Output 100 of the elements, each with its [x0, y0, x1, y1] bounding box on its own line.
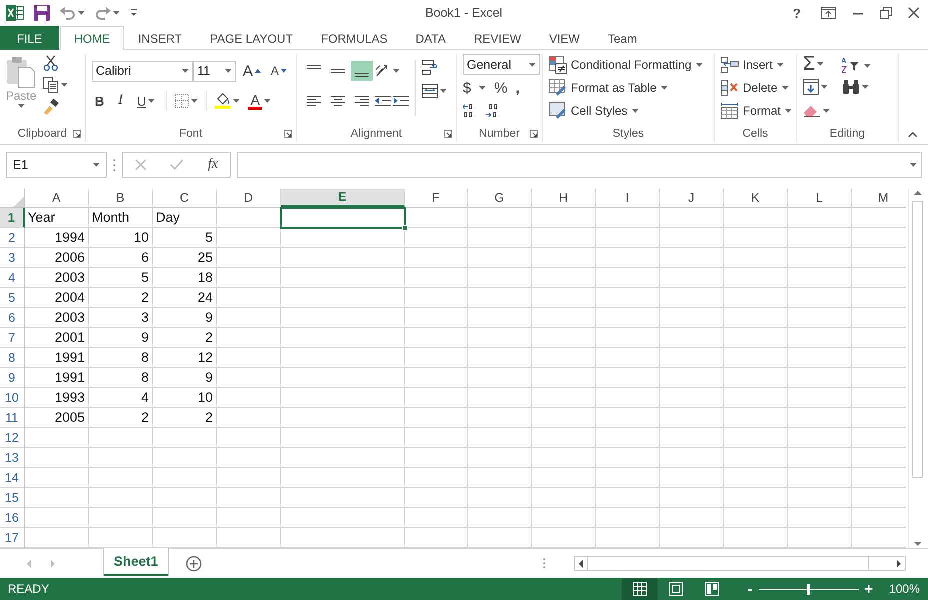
shrink-font-button[interactable]: A — [268, 64, 290, 78]
copy-button[interactable] — [42, 77, 68, 93]
number-format-dropdown[interactable]: General — [463, 54, 540, 75]
add-sheet-icon[interactable] — [186, 556, 202, 572]
row-header[interactable]: 8 — [0, 348, 25, 368]
close-icon[interactable] — [908, 7, 920, 19]
orientation-button[interactable] — [375, 64, 400, 78]
column-header[interactable]: K — [724, 189, 788, 207]
sheet-tab[interactable]: Sheet1 — [104, 548, 168, 576]
decrease-indent-icon[interactable] — [375, 95, 391, 107]
row-header[interactable]: 15 — [0, 488, 25, 508]
row-header[interactable]: 6 — [0, 308, 25, 328]
insert-function-button[interactable]: fx — [208, 157, 218, 173]
ribbon-tab[interactable]: PAGE LAYOUT — [196, 26, 308, 50]
column-header[interactable]: F — [405, 189, 468, 207]
cells-menu-button[interactable]: Format — [721, 100, 790, 122]
customize-toolbar-icon[interactable] — [130, 9, 138, 17]
dialog-launcher-icon[interactable] — [73, 130, 81, 138]
ribbon-display-icon[interactable] — [821, 7, 836, 19]
column-header[interactable]: G — [468, 189, 532, 207]
row-header[interactable]: 9 — [0, 368, 25, 388]
decrease-decimal-icon[interactable] — [485, 104, 499, 118]
wrap-text-icon[interactable] — [422, 60, 438, 76]
row-header[interactable]: 13 — [0, 448, 25, 468]
increase-indent-icon[interactable] — [393, 95, 409, 107]
column-header[interactable]: H — [532, 189, 596, 207]
currency-button[interactable]: $ — [463, 80, 486, 96]
save-icon[interactable] — [34, 5, 50, 21]
ribbon-tab[interactable]: DATA — [402, 26, 460, 50]
restore-icon[interactable] — [880, 7, 892, 19]
format-painter-icon[interactable] — [42, 99, 59, 115]
font-color-button[interactable]: A — [248, 92, 272, 110]
borders-button[interactable] — [175, 94, 198, 108]
vertical-scrollbar[interactable] — [908, 189, 926, 548]
bottom-align-button[interactable] — [351, 61, 373, 81]
autosum-button[interactable]: Σ — [803, 54, 830, 74]
selected-cell[interactable] — [281, 208, 405, 228]
column-header[interactable]: E — [281, 189, 405, 207]
ribbon-tab[interactable]: FORMULAS — [307, 26, 402, 50]
underline-button[interactable]: U — [134, 94, 158, 108]
row-header[interactable]: 11 — [0, 408, 25, 428]
zoom-in-button[interactable]: + — [860, 580, 878, 598]
ribbon-tab[interactable]: INSERT — [124, 26, 196, 50]
column-header[interactable]: B — [89, 189, 153, 207]
row-header[interactable]: 3 — [0, 248, 25, 268]
row-header[interactable]: 12 — [0, 428, 25, 448]
dialog-launcher-icon[interactable] — [284, 130, 292, 138]
undo-button[interactable] — [60, 6, 85, 20]
comma-button[interactable]: , — [516, 80, 520, 96]
styles-menu-button[interactable]: Format as Table — [549, 77, 708, 99]
styles-menu-button[interactable]: Cell Styles — [549, 100, 708, 122]
row-header[interactable]: 1 — [0, 208, 25, 228]
help-button[interactable]: ? — [789, 6, 805, 20]
bold-button[interactable]: B — [92, 94, 108, 108]
font-size-dropdown[interactable]: 11 — [193, 60, 236, 82]
horizontal-scrollbar[interactable] — [574, 556, 906, 571]
collapse-ribbon-icon[interactable] — [908, 132, 918, 138]
slider-thumb[interactable] — [807, 584, 810, 594]
find-select-button[interactable] — [842, 80, 871, 94]
fill-color-button[interactable] — [215, 93, 240, 109]
sort-filter-button[interactable] — [842, 58, 871, 74]
splitter-icon[interactable] — [543, 558, 546, 569]
row-header[interactable]: 16 — [0, 508, 25, 528]
dialog-launcher-icon[interactable] — [444, 130, 452, 138]
grow-font-button[interactable]: A — [240, 62, 264, 80]
merge-button[interactable] — [422, 84, 447, 98]
fill-button[interactable] — [803, 76, 830, 98]
file-tab[interactable]: FILE — [0, 26, 60, 50]
formula-input[interactable] — [237, 152, 922, 178]
column-header[interactable]: C — [153, 189, 217, 207]
ribbon-tab[interactable]: HOME — [60, 26, 124, 50]
column-header[interactable]: J — [660, 189, 724, 207]
percent-button[interactable]: % — [494, 80, 508, 96]
dialog-launcher-icon[interactable] — [530, 130, 538, 138]
row-header[interactable]: 2 — [0, 228, 25, 248]
row-header[interactable]: 14 — [0, 468, 25, 488]
check-icon[interactable] — [170, 159, 184, 171]
name-box[interactable]: E1 — [6, 152, 107, 178]
scroll-thumb[interactable] — [912, 201, 923, 478]
column-header[interactable]: I — [596, 189, 660, 207]
ribbon-tab[interactable]: REVIEW — [460, 26, 536, 50]
scissors-icon[interactable] — [42, 55, 59, 71]
cells-menu-button[interactable]: Insert — [721, 54, 790, 76]
row-header[interactable]: 5 — [0, 288, 25, 308]
zoom-out-button[interactable]: - — [744, 580, 757, 598]
cells-menu-button[interactable]: Delete — [721, 77, 790, 99]
italic-button[interactable]: I — [115, 93, 126, 109]
redo-button[interactable] — [95, 6, 120, 20]
row-header[interactable]: 10 — [0, 388, 25, 408]
normal-view-button[interactable] — [622, 578, 658, 600]
styles-menu-button[interactable]: Conditional Formatting — [549, 54, 708, 76]
font-name-dropdown[interactable]: Calibri — [92, 60, 194, 82]
fill-handle[interactable] — [402, 225, 408, 231]
scroll-up-icon[interactable] — [914, 189, 922, 197]
row-header[interactable]: 7 — [0, 328, 25, 348]
column-header[interactable]: L — [788, 189, 852, 207]
ribbon-tab[interactable]: VIEW — [535, 26, 594, 50]
row-header[interactable]: 4 — [0, 268, 25, 288]
ribbon-tab[interactable]: Team — [594, 26, 652, 50]
column-header[interactable]: A — [25, 189, 89, 207]
